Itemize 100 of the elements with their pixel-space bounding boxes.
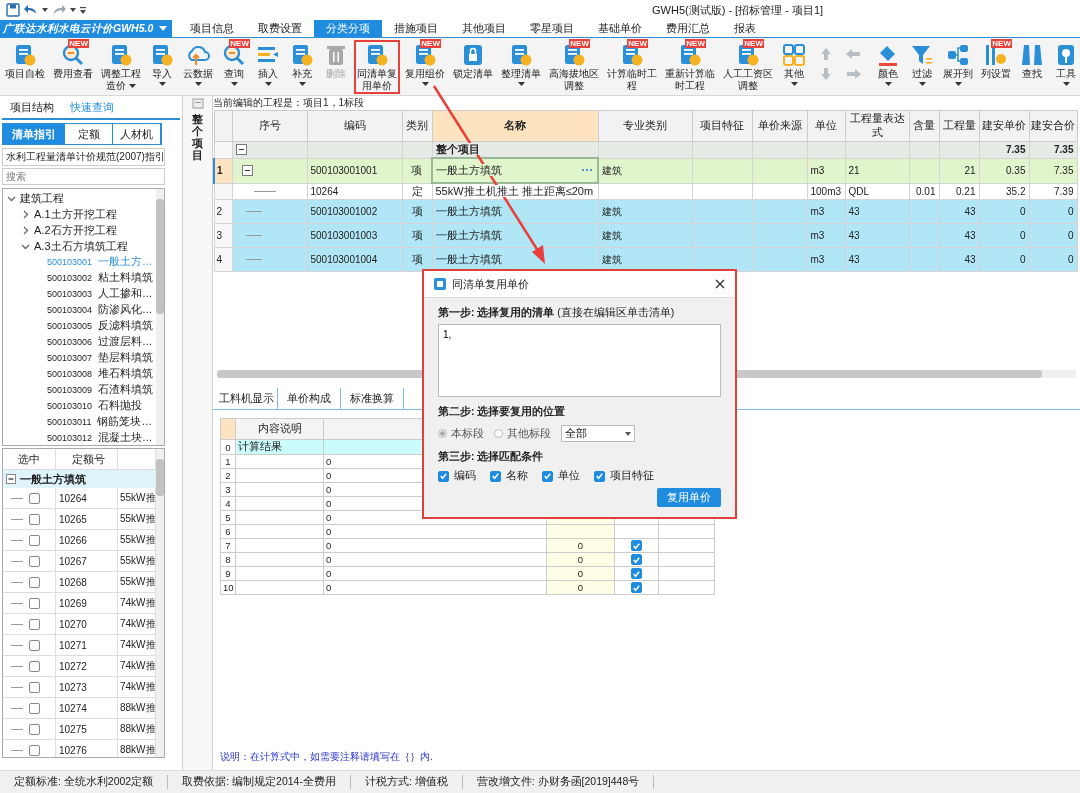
toolbar-button[interactable]: NEW 人工工资区 调整 xyxy=(720,40,776,94)
checkbox[interactable] xyxy=(631,568,642,580)
checkbox[interactable] xyxy=(438,470,449,482)
menu-tab[interactable]: 报表 xyxy=(722,20,768,37)
column-header[interactable]: 专业类别 xyxy=(598,110,692,142)
checkbox[interactable] xyxy=(28,723,40,735)
tree-item[interactable]: A.2石方开挖工程 xyxy=(34,222,117,238)
toolbar-button[interactable]: 工具 xyxy=(1050,40,1080,94)
toolbar-button[interactable]: 查找 xyxy=(1016,40,1048,94)
tree-item[interactable]: 500103008 堆石料填筑 xyxy=(35,367,154,381)
toolbar-button[interactable]: 整理清单 xyxy=(498,40,544,94)
toolbar-button[interactable]: 云数据 xyxy=(180,40,216,94)
menu-tab[interactable]: 分类分项 xyxy=(314,20,382,37)
toolbar-button[interactable]: 展开到 xyxy=(940,40,976,94)
option-label[interactable]: 单位 xyxy=(558,469,580,483)
sub-tab[interactable]: 人材机 xyxy=(113,124,161,144)
toolbar-button[interactable]: 过滤 xyxy=(906,40,938,94)
column-header[interactable]: 序号 xyxy=(232,110,307,142)
close-icon[interactable] xyxy=(715,279,725,289)
checkbox[interactable] xyxy=(490,470,501,482)
checkbox[interactable] xyxy=(542,470,553,482)
detail-tab[interactable]: 工料机显示 xyxy=(215,388,278,409)
checkbox[interactable] xyxy=(28,618,40,630)
toolbar-button[interactable]: NEW 高海拔地区 调整 xyxy=(546,40,602,94)
toolbar-button[interactable]: 调整工程 造价 xyxy=(98,40,144,94)
checkbox[interactable] xyxy=(28,576,40,588)
search-field[interactable]: 搜索 xyxy=(2,168,165,185)
tree-item[interactable]: 500103003 人工掺和… xyxy=(35,287,153,301)
tree-item[interactable]: 500103009 石渣料填筑 xyxy=(35,383,154,397)
menu-tab[interactable]: 项目信息 xyxy=(178,20,246,37)
collapse-icon[interactable] xyxy=(241,165,253,176)
sub-tab[interactable]: 清单指引 xyxy=(3,124,66,144)
scrollbar[interactable] xyxy=(156,449,164,757)
customize-icon[interactable] xyxy=(80,6,86,14)
checkbox[interactable] xyxy=(28,702,40,714)
menu-tab[interactable]: 其他项目 xyxy=(450,20,518,37)
checkbox[interactable] xyxy=(28,534,40,546)
checkbox[interactable] xyxy=(28,660,40,672)
tree-item[interactable]: 500103012 混凝土块… xyxy=(35,431,153,445)
detail-tab[interactable]: 单价构成 xyxy=(278,388,341,409)
scope-dropdown[interactable]: 全部 xyxy=(561,425,635,442)
column-header[interactable]: 工程量表达式 xyxy=(845,110,909,142)
menu-tab[interactable]: 措施项目 xyxy=(382,20,450,37)
checkbox[interactable] xyxy=(631,554,642,566)
toolbar-button[interactable]: 导入 xyxy=(146,40,178,94)
checkbox[interactable] xyxy=(28,513,40,525)
more-icon[interactable] xyxy=(581,168,593,172)
save-icon[interactable] xyxy=(6,3,20,17)
caret-icon[interactable] xyxy=(70,8,76,12)
toolbar-button[interactable]: NEW 重新计算临 时工程 xyxy=(662,40,718,94)
checkbox[interactable] xyxy=(631,582,642,594)
checkbox[interactable] xyxy=(28,681,40,693)
toolbar-button[interactable]: 同清单复 用单价 xyxy=(354,40,400,94)
column-header[interactable]: 单位 xyxy=(807,110,845,142)
tree-item[interactable]: 500103011 钢筋笼块… xyxy=(35,415,152,429)
toolbar-button[interactable]: NEW 计算临时工 程 xyxy=(604,40,660,94)
column-header[interactable]: 编码 xyxy=(307,110,402,142)
column-header[interactable]: 单价来源 xyxy=(752,110,807,142)
panel-tab[interactable]: 快速查询 xyxy=(62,96,122,118)
option-label[interactable]: 本标段 xyxy=(451,426,484,441)
menu-tab[interactable]: 费用汇总 xyxy=(654,20,722,37)
option-label[interactable]: 其他标段 xyxy=(507,426,551,441)
toolbar-button[interactable]: 颜色 xyxy=(872,40,904,94)
toolbar-button[interactable]: NEW 费用查看 xyxy=(50,40,96,94)
caret-icon[interactable] xyxy=(42,8,48,12)
column-header[interactable]: 建安单价 xyxy=(979,110,1029,142)
reuse-button[interactable]: 复用单价 xyxy=(657,488,721,507)
toolbar-button[interactable]: 补充 xyxy=(286,40,318,94)
tree-item[interactable]: 500103010 石料抛投 xyxy=(35,399,143,413)
tree-item[interactable]: 500103001 一般土方… xyxy=(35,255,153,269)
option-label[interactable]: 名称 xyxy=(506,469,528,483)
menu-tab[interactable]: 基础单价 xyxy=(586,20,654,37)
chevron-icon[interactable] xyxy=(21,225,30,235)
guide-dropdown[interactable]: 水利工程量清单计价规范(2007)指引 xyxy=(2,148,165,166)
document-icon[interactable] xyxy=(191,98,204,109)
toolbar-button[interactable]: 项目自检 xyxy=(2,40,48,94)
column-header[interactable]: 工程量 xyxy=(939,110,979,142)
radio-button[interactable] xyxy=(438,429,447,438)
list-field[interactable]: 1, xyxy=(438,324,721,397)
column-header[interactable]: 名称 xyxy=(432,110,598,142)
tree-item[interactable]: 500103006 过渡层料… xyxy=(35,335,153,349)
scrollbar[interactable] xyxy=(156,189,164,445)
toolbar-button[interactable]: NEW 复用组价 xyxy=(402,40,448,94)
checkbox[interactable] xyxy=(594,470,605,482)
toolbar-button[interactable]: 其他 xyxy=(778,40,810,94)
tree-item[interactable]: 500103004 防渗风化… xyxy=(35,303,153,317)
toolbar-button[interactable]: NEW 列设置 xyxy=(978,40,1014,94)
toolbar-button[interactable]: NEW 查询 xyxy=(218,40,250,94)
checkbox[interactable] xyxy=(28,555,40,567)
tree-item[interactable]: A.3土石方填筑工程 xyxy=(34,238,128,254)
sub-tab[interactable]: 定额 xyxy=(65,124,114,144)
checkbox[interactable] xyxy=(631,540,642,552)
column-header[interactable]: 项目特征 xyxy=(692,110,752,142)
option-label[interactable]: 项目特征 xyxy=(610,469,654,483)
tree-item[interactable]: 500103002 粘土料填筑 xyxy=(35,271,154,285)
checkbox[interactable] xyxy=(28,597,40,609)
checkbox[interactable] xyxy=(28,492,40,504)
undo-icon[interactable] xyxy=(24,4,38,16)
radio-button[interactable] xyxy=(494,429,503,438)
detail-tab[interactable]: 标准换算 xyxy=(341,388,404,409)
